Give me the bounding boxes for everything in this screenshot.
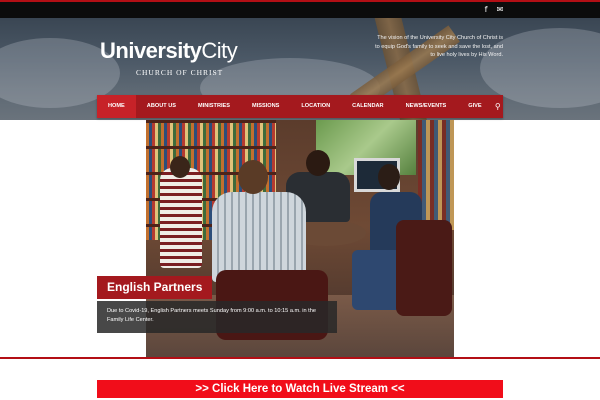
nav-item-home[interactable]: HOME <box>97 95 136 118</box>
person-head <box>306 150 330 176</box>
person <box>212 192 306 282</box>
person-head <box>238 160 268 194</box>
top-bar: f ✉ <box>0 0 600 18</box>
person-legs <box>352 250 402 310</box>
section-divider <box>0 357 600 359</box>
logo-wordmark: UniversityCity <box>100 38 238 63</box>
facebook-icon[interactable]: f <box>482 6 490 14</box>
nav-item-give[interactable]: GIVE <box>457 95 492 118</box>
logo-subtitle: CHURCH OF CHRIST <box>136 68 224 77</box>
search-icon[interactable]: ⚲ <box>493 102 503 111</box>
social-links: f ✉ <box>482 6 504 14</box>
main-nav: HOME ABOUT US MINISTRIES MISSIONS LOCATI… <box>97 95 503 118</box>
person-head <box>378 164 400 190</box>
nav-item-missions[interactable]: MISSIONS <box>241 95 290 118</box>
vision-statement: The vision of the University City Church… <box>375 35 503 58</box>
nav-item-calendar[interactable]: CALENDAR <box>341 95 394 118</box>
site-logo[interactable]: UniversityCity CHURCH OF CHRIST <box>100 38 238 77</box>
nav-item-location[interactable]: LOCATION <box>290 95 341 118</box>
slide-description: Due to Covid-19, English Partners meets … <box>97 301 337 333</box>
person-head <box>170 156 190 178</box>
nav-item-ministries[interactable]: MINISTRIES <box>187 95 241 118</box>
chair <box>396 220 452 316</box>
nav-item-about-us[interactable]: ABOUT US <box>136 95 187 118</box>
person <box>160 168 202 268</box>
nav-item-news-events[interactable]: NEWS/EVENTS <box>395 95 458 118</box>
email-icon[interactable]: ✉ <box>496 6 504 14</box>
bookshelf <box>418 120 454 230</box>
live-stream-button[interactable]: >> Click Here to Watch Live Stream << <box>97 380 503 398</box>
slide-title[interactable]: English Partners <box>97 276 213 299</box>
